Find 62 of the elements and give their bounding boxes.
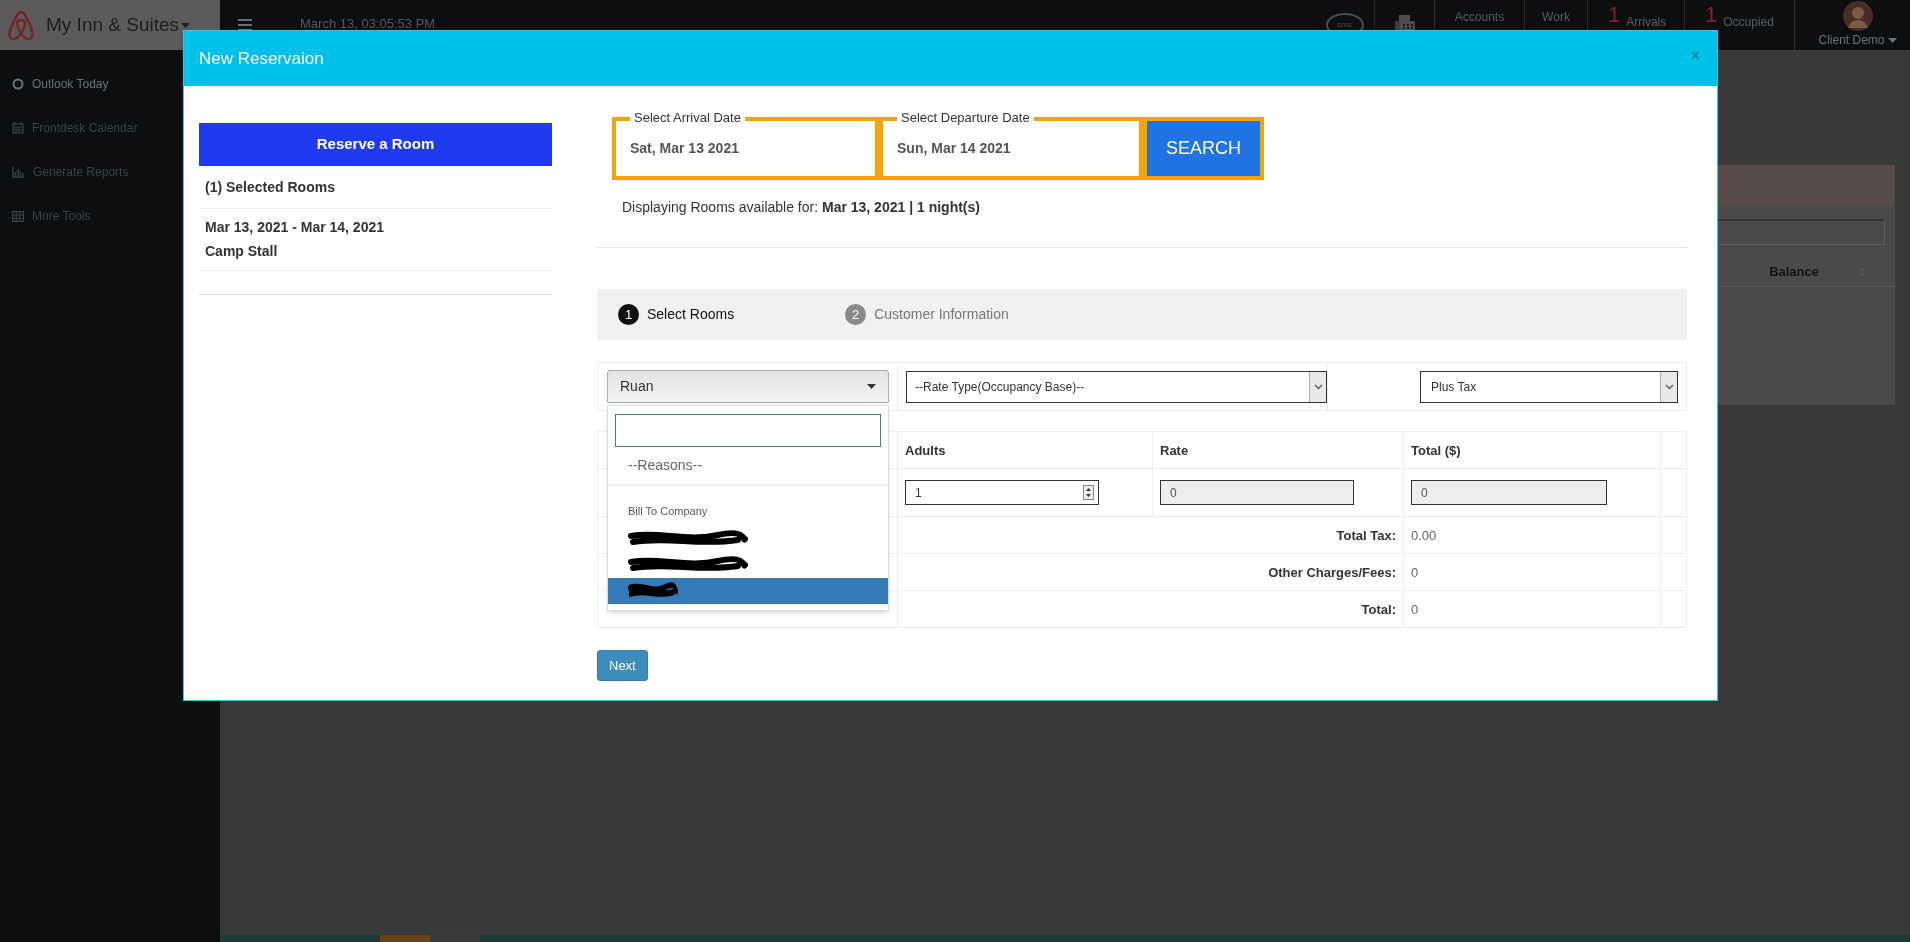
rate-type-select[interactable]: --Rate Type(Occupancy Base)-- <box>906 370 1327 403</box>
calendar-icon <box>12 122 24 134</box>
counter-value: 1 <box>1608 3 1621 27</box>
close-button[interactable]: × <box>1690 47 1700 64</box>
search-button[interactable]: SEARCH <box>1143 117 1264 180</box>
column-header: Adults <box>905 442 946 458</box>
step-label: Select Rooms <box>647 305 735 324</box>
summary-label: Total: <box>1361 601 1396 617</box>
summary-value: 0 <box>1411 601 1419 617</box>
avatar-icon <box>1842 1 1873 31</box>
nav-link[interactable]: Accounts <box>1454 8 1505 26</box>
option-group-label: Bill To Company <box>628 505 708 517</box>
reserve-room-button[interactable]: Reserve a Room <box>199 123 552 166</box>
room-name: Camp Stall <box>205 242 279 261</box>
availability-text: Displaying Rooms available for: Mar 13, 2021 | 1 night(s) <box>622 198 981 217</box>
modal-title: New Reservaion <box>199 47 324 70</box>
summary-value: 0 <box>1411 564 1419 580</box>
counter-label[interactable]: Occupied <box>1723 13 1774 31</box>
bar-chart-icon <box>12 166 25 178</box>
dropdown-search-field[interactable] <box>615 414 881 447</box>
step-label: Customer Information <box>874 305 1009 324</box>
menu-icon[interactable] <box>238 19 252 31</box>
step-tab[interactable]: 2 Customer Information <box>845 304 1009 325</box>
summary-value: 0.00 <box>1411 527 1437 543</box>
next-button[interactable]: Next <box>597 650 648 681</box>
table-icon <box>12 210 24 222</box>
field-value: 1 <box>915 484 922 502</box>
date-value: Sun, Mar 14 2021 <box>897 139 1011 158</box>
select-value: Ruan <box>620 377 654 396</box>
circle-icon <box>12 78 24 90</box>
dropdown-option[interactable]: --Reasons-- <box>608 447 888 486</box>
column-header: Total ($) <box>1411 442 1461 458</box>
caret-icon <box>867 384 876 389</box>
date-value: Sat, Mar 13 2021 <box>630 139 739 158</box>
spinner-icon[interactable] <box>1083 485 1094 500</box>
counter-value: 1 <box>1705 3 1718 27</box>
step-number: 1 <box>618 304 639 325</box>
step-number: 2 <box>845 304 867 325</box>
nav-link[interactable]: Work <box>1542 8 1570 26</box>
tax-mode-select[interactable]: Plus Tax <box>1420 370 1678 403</box>
logo-icon <box>6 9 36 41</box>
select-value: --Rate Type(Occupancy Base)-- <box>914 378 1085 396</box>
brand-name[interactable]: My Inn & Suites <box>46 10 191 40</box>
adults-field[interactable]: 1 <box>905 480 1099 505</box>
summary-label: Total Tax: <box>1336 527 1396 543</box>
field-label: Select Departure Date <box>897 110 1034 126</box>
sidebar-label: Outlook Today <box>32 76 109 93</box>
counter-label[interactable]: Arrivals <box>1626 13 1667 31</box>
user-menu[interactable]: Client Demo <box>1818 31 1897 49</box>
caret-icon <box>181 22 191 28</box>
caret-icon <box>1887 37 1897 43</box>
field-value: 0 <box>1421 484 1428 502</box>
redaction-scribble <box>628 582 678 600</box>
select-value: Plus Tax <box>1430 378 1477 396</box>
column-header: Rate <box>1160 442 1189 458</box>
stay-dates: Mar 13, 2021 - Mar 14, 2021 <box>205 218 385 237</box>
summary-label: Other Charges/Fees: <box>1268 564 1396 580</box>
date-time: March 13, 03:05:53 PM <box>300 15 436 34</box>
step-tab[interactable]: 1 Select Rooms <box>618 304 735 325</box>
field-value: 0 <box>1170 484 1177 502</box>
reason-select[interactable]: Ruan <box>607 370 889 403</box>
section-heading: (1) Selected Rooms <box>205 179 335 195</box>
